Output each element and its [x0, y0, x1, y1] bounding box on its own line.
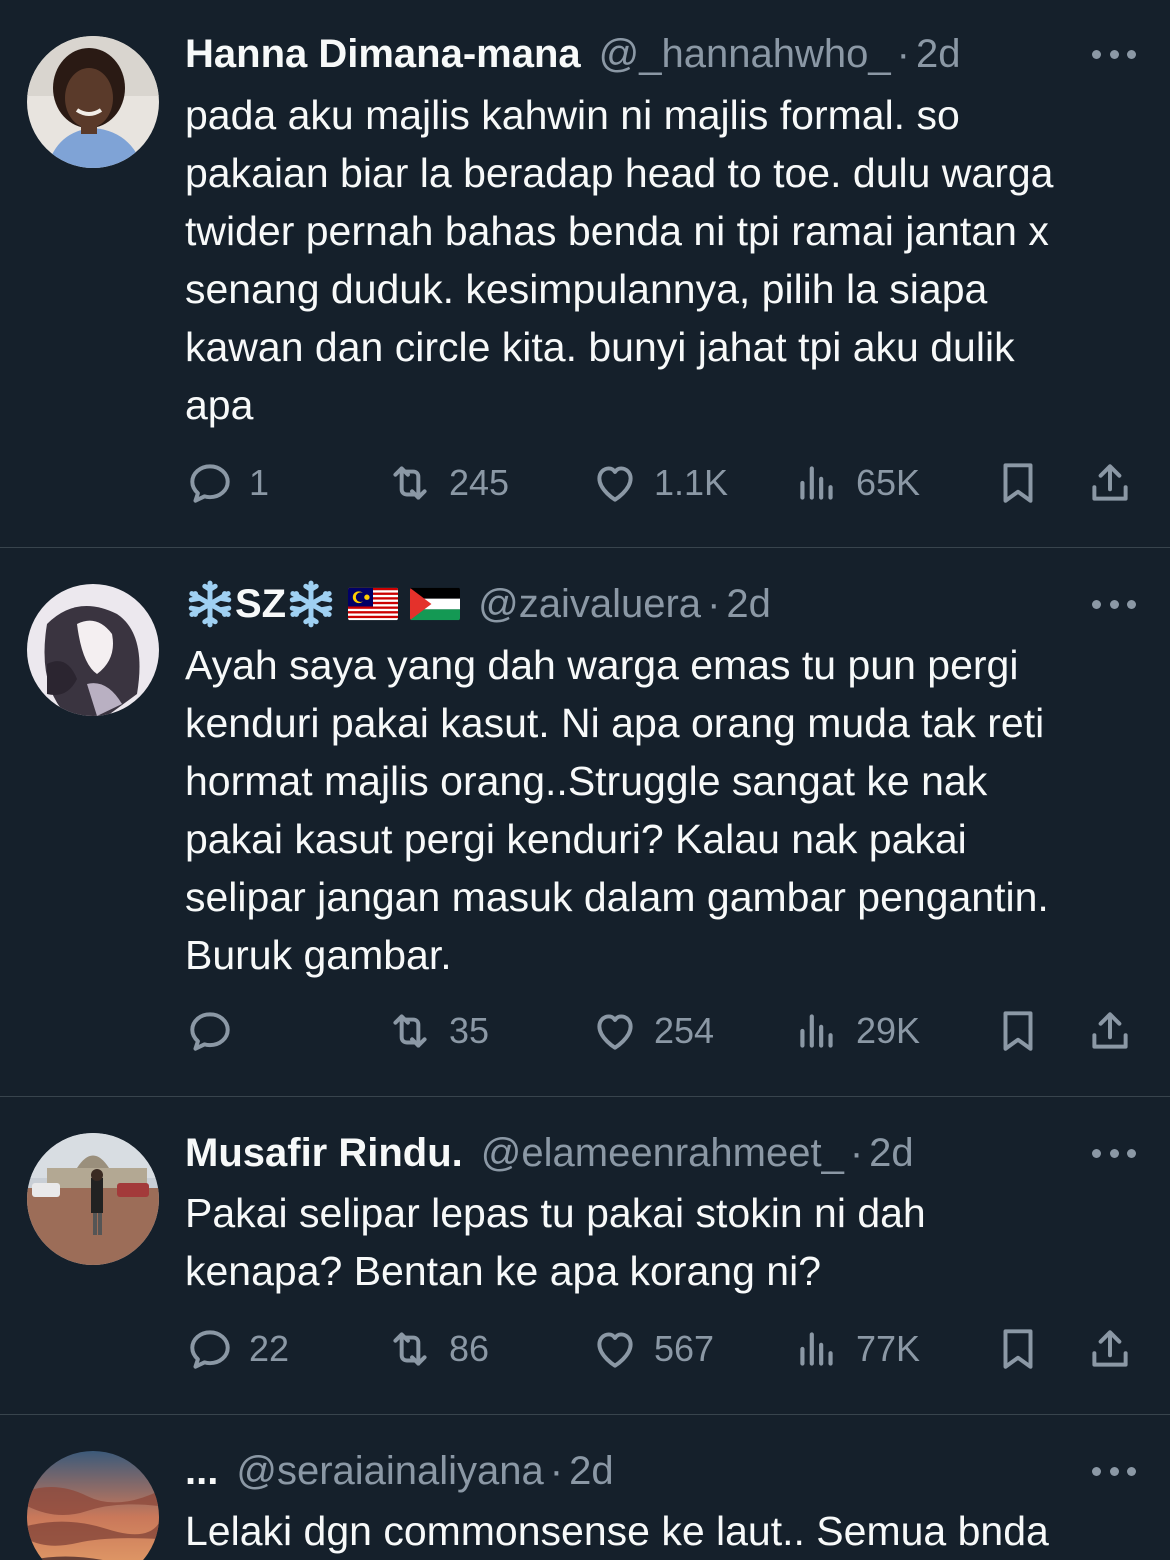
display-name[interactable]: Hanna Dimana-mana: [185, 26, 581, 82]
view-count: 77K: [856, 1328, 921, 1369]
palestine-flag-icon: [410, 587, 461, 621]
avatar[interactable]: [27, 584, 159, 716]
timestamp[interactable]: 2d: [569, 1443, 614, 1499]
tweet[interactable]: Musafir Rindu. @elameenrahmeet_ · 2d Pak…: [0, 1097, 1170, 1415]
tweet-feed: Hanna Dimana-mana @_hannahwho_ · 2d pada…: [0, 0, 1170, 1560]
retweet-button[interactable]: 35: [385, 1006, 489, 1056]
display-name-text: SZ: [235, 582, 287, 626]
username[interactable]: @zaivaluera: [478, 576, 701, 632]
display-name[interactable]: Musafir Rindu.: [185, 1125, 463, 1181]
tweet-text: Pakai selipar lepas tu pakai stokin ni d…: [185, 1190, 926, 1294]
reply-button[interactable]: [185, 1006, 249, 1056]
more-icon[interactable]: [1092, 1451, 1136, 1491]
separator-dot: ·: [849, 1131, 864, 1175]
tweet-actions: 35 254 29K: [185, 1006, 1138, 1056]
more-icon[interactable]: [1092, 584, 1136, 624]
display-name[interactable]: SZ: [185, 576, 461, 632]
malaysia-flag-icon: [348, 587, 399, 621]
like-count: 567: [654, 1328, 715, 1369]
like-button[interactable]: 1.1K: [590, 458, 728, 508]
like-button[interactable]: 567: [590, 1324, 714, 1374]
views-icon: [792, 458, 842, 508]
tweet[interactable]: SZ @zaivaluera · 2d Ayah saya yang dah w…: [0, 548, 1170, 1097]
like-count: 1.1K: [654, 462, 729, 503]
tweet-text: pada aku majlis kahwin ni majlis formal.…: [185, 92, 1054, 428]
username[interactable]: @seraiainaliyana: [236, 1443, 543, 1499]
bookmark-icon: [993, 458, 1043, 508]
more-icon[interactable]: [1092, 1133, 1136, 1173]
like-button[interactable]: 254: [590, 1006, 714, 1056]
reply-button[interactable]: 22: [185, 1324, 289, 1374]
views-button[interactable]: 65K: [792, 458, 920, 508]
avatar[interactable]: [27, 1451, 159, 1560]
like-count: 254: [654, 1010, 715, 1051]
retweet-count: 35: [449, 1010, 490, 1051]
share-icon: [1085, 458, 1135, 508]
timestamp[interactable]: 2d: [869, 1125, 914, 1181]
retweet-icon: [385, 458, 435, 508]
snowflake-icon: [289, 580, 333, 628]
heart-icon: [590, 1006, 640, 1056]
tweet-header: Musafir Rindu. @elameenrahmeet_ · 2d: [185, 1125, 1050, 1181]
retweet-icon: [385, 1006, 435, 1056]
bookmark-icon: [993, 1324, 1043, 1374]
retweet-count: 86: [449, 1328, 490, 1369]
tweet[interactable]: Hanna Dimana-mana @_hannahwho_ · 2d pada…: [0, 0, 1170, 548]
share-button[interactable]: [1085, 1006, 1135, 1056]
heart-icon: [590, 1324, 640, 1374]
avatar[interactable]: [27, 1133, 159, 1265]
reply-count: 22: [249, 1328, 290, 1369]
bookmark-icon: [993, 1006, 1043, 1056]
more-icon[interactable]: [1092, 34, 1136, 74]
retweet-button[interactable]: 245: [385, 458, 509, 508]
snowflake-icon: [188, 580, 232, 628]
views-button[interactable]: 29K: [792, 1006, 920, 1056]
reply-icon: [185, 458, 235, 508]
tweet-actions: 1 245 1.1K 65K: [185, 458, 1138, 508]
share-icon: [1085, 1324, 1135, 1374]
separator-dot: ·: [549, 1449, 564, 1493]
separator-dot: ·: [707, 582, 721, 626]
tweet-header: Hanna Dimana-mana @_hannahwho_ · 2d: [185, 26, 1050, 82]
share-button[interactable]: [1085, 458, 1135, 508]
username[interactable]: @elameenrahmeet_: [481, 1125, 844, 1181]
reply-button[interactable]: 1: [185, 458, 269, 508]
views-button[interactable]: 77K: [792, 1324, 920, 1374]
bookmark-button[interactable]: [993, 1324, 1043, 1374]
tweet-text: Lelaki dgn commonsense ke laut.. Semua b…: [185, 1508, 1049, 1554]
tweet-header: ... @seraiainaliyana · 2d: [185, 1443, 1050, 1499]
reply-count: 1: [249, 462, 270, 503]
username[interactable]: @_hannahwho_: [599, 26, 891, 82]
separator-dot: ·: [896, 32, 910, 76]
share-icon: [1085, 1006, 1135, 1056]
avatar[interactable]: [27, 36, 159, 168]
display-name[interactable]: ...: [185, 1443, 218, 1499]
views-icon: [792, 1006, 842, 1056]
reply-icon: [185, 1324, 235, 1374]
retweet-count: 245: [449, 462, 510, 503]
retweet-icon: [385, 1324, 435, 1374]
tweet-header: SZ @zaivaluera · 2d: [185, 576, 1050, 632]
tweet-text: Ayah saya yang dah warga emas tu pun per…: [185, 642, 1049, 978]
bookmark-button[interactable]: [993, 1006, 1043, 1056]
bookmark-button[interactable]: [993, 458, 1043, 508]
retweet-button[interactable]: 86: [385, 1324, 489, 1374]
views-icon: [792, 1324, 842, 1374]
timestamp[interactable]: 2d: [726, 576, 771, 632]
heart-icon: [590, 458, 640, 508]
timestamp[interactable]: 2d: [916, 26, 961, 82]
share-button[interactable]: [1085, 1324, 1135, 1374]
reply-icon: [185, 1006, 235, 1056]
tweet[interactable]: ... @seraiainaliyana · 2d Lelaki dgn com…: [0, 1415, 1170, 1560]
tweet-actions: 22 86 567 77K: [185, 1324, 1138, 1374]
view-count: 29K: [856, 1010, 921, 1051]
view-count: 65K: [856, 462, 921, 503]
